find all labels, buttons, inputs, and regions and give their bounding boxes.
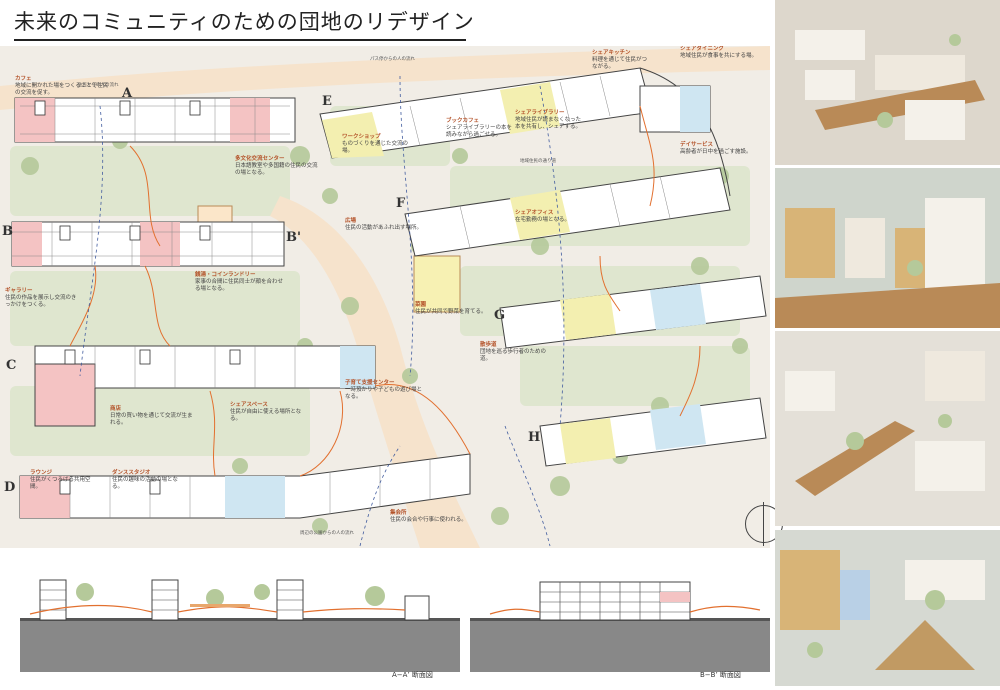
flow-label-south: 周辺の公園からの人の流れ [300,531,354,536]
note-workshop: ワークショップ ものづくりを通じた交流の場。 [342,134,412,155]
note-walk-body: 団地を巡る歩行者のための道。 [480,349,547,362]
note-dining-body: 地域住民が食事を共にする場。 [680,53,758,59]
model-photo-3 [775,331,1000,526]
note-plaza: 広場 住民の活動があふれ出す場所。 [345,218,425,232]
note-childcare-body: 一時預かりや子どもの遊び場となる。 [345,387,423,400]
note-sharespace-head: シェアスペース [230,402,268,408]
note-shop: 商店 日常の買い物を通じて交流が生まれる。 [110,406,195,427]
note-bookcafe-head: ブックカフェ [446,118,480,124]
note-shop-body: 日常の買い物を通じて交流が生まれる。 [110,413,193,426]
note-gallery: ギャラリー 住民の作品を展示し交流のきっかけをつくる。 [5,288,80,309]
model-photo-3-image [775,331,1000,526]
note-laundry-head: 銭湯・コインランドリー [195,272,256,278]
block-label-g: G [494,308,506,323]
note-workshop-head: ワークショップ [342,134,381,140]
note-gallery-body: 住民の作品を展示し交流のきっかけをつくる。 [5,295,77,308]
note-garden-body: 住民が共同で野菜を育てる。 [415,309,487,315]
note-garden: 菜園 住民が共同で野菜を育てる。 [415,302,490,316]
note-kitchen-body: 料理を通じて住民がつながる。 [592,57,648,70]
flow-label-east: 地域住民の通り道 [520,159,556,164]
note-sharelibrary: シェアライブラリー 地域住民が読まなくなった本を共有し、シェアする。 [515,110,585,131]
note-garden-head: 菜園 [415,302,427,308]
block-label-d: D [4,480,16,495]
note-sharespace-body: 住民が自由に使える場所となる。 [230,409,302,422]
block-label-e: E [322,94,332,109]
note-kitchen: シェアキッチン 料理を通じて住民がつながる。 [592,50,652,71]
note-shareoffice: シェアオフィス 在宅勤務の場となる。 [515,210,595,224]
model-photo-4-image [775,530,1000,686]
note-laundry: 銭湯・コインランドリー 家事の合間に住民同士が顔を合わせる場となる。 [195,272,285,293]
note-dancestudio: ダンススタジオ 住民の趣味の活動の場となる。 [112,470,187,491]
note-shareoffice-head: シェアオフィス [515,210,554,216]
note-care: デイサービス 高齢者が日中を過ごす施設。 [680,142,765,156]
note-plaza-head: 広場 [345,218,357,224]
model-photo-4 [775,530,1000,686]
model-photo-2-image [775,168,1000,328]
block-a [14,97,296,143]
site-plan: A B B' C D E F G H カフェ 地域に開かれた場をつくることで住民の… [0,46,770,548]
note-bookcafe: ブックカフェ シェアライブラリーの本を読みながら過ごせる。 [446,118,516,139]
note-multicultural-head: 多文化交流センター [235,156,285,162]
note-lounge: ラウンジ 住民がくつろげる共用空間。 [30,470,100,491]
block-label-b: B [2,224,13,239]
note-plaza-body: 住民の活動があふれ出す場所。 [345,225,423,231]
block-label-h: H [528,430,541,445]
note-sharelibrary-body: 地域住民が読まなくなった本を共有し、シェアする。 [515,117,582,130]
note-sharelibrary-head: シェアライブラリー [515,110,565,116]
note-dining-head: シェアダイニング [680,46,725,52]
note-walk-head: 散歩道 [480,342,497,348]
presentation-board: 未来のコミュニティのための団地のリデザイン A B B' C D E F G H… [0,0,1000,686]
note-center-head: 集会所 [390,510,407,516]
note-shop-head: 商店 [110,406,122,412]
page-title: 未来のコミュニティのための団地のリデザイン [14,10,475,34]
note-multicultural: 多文化交流センター 日本語教室や多国籍の住民の交流の場となる。 [235,156,320,177]
title-block: 未来のコミュニティのための団地のリデザイン [14,6,475,41]
sections-drawing [20,579,770,672]
section-b-b [470,581,770,672]
note-kitchen-head: シェアキッチン [592,50,631,56]
note-sharespace: シェアスペース 住民が自由に使える場所となる。 [230,402,310,423]
note-lounge-head: ラウンジ [30,470,53,476]
model-photo-column [775,0,1000,686]
section-drawings: A−A’ 断面図 B−B’ 断面図 [0,552,775,686]
note-multicultural-body: 日本語教室や多国籍の住民の交流の場となる。 [235,163,318,176]
note-childcare-head: 子育て支援センター [345,380,395,386]
note-laundry-body: 家事の合間に住民同士が顔を合わせる場となる。 [195,279,284,292]
section-a-caption: A−A’ 断面図 [392,671,433,679]
note-dancestudio-body: 住民の趣味の活動の場となる。 [112,477,178,490]
section-b-caption: B−B’ 断面図 [700,671,741,679]
note-childcare: 子育て支援センター 一時預かりや子どもの遊び場となる。 [345,380,425,401]
note-bookcafe-body: シェアライブラリーの本を読みながら過ごせる。 [446,125,513,138]
block-label-c: C [6,358,17,373]
note-gallery-head: ギャラリー [5,288,33,294]
note-dining: シェアダイニング 地域住民が食事を共にする場。 [680,46,765,60]
note-shareoffice-body: 在宅勤務の場となる。 [515,217,570,223]
model-photo-2 [775,168,1000,328]
model-photo-1 [775,0,1000,165]
note-center: 集会所 住民の会合や行事に使われる。 [390,510,470,524]
note-care-head: デイサービス [680,142,714,148]
note-care-body: 高齢者が日中を過ごす施設。 [680,149,752,155]
block-label-a: A [122,86,133,101]
note-walk: 散歩道 団地を巡る歩行者のための道。 [480,342,555,363]
model-photo-1-image [775,0,1000,165]
block-label-b-prime: B' [286,230,301,245]
title-underline [14,39,466,41]
note-center-body: 住民の会合や行事に使われる。 [390,517,467,523]
note-dancestudio-head: ダンススタジオ [112,470,151,476]
flow-label-north: パス停からの人の流れ [370,57,415,62]
flow-label-west: 住民からの人の流れ [78,83,119,88]
note-workshop-body: ものづくりを通じた交流の場。 [342,141,409,154]
note-lounge-body: 住民がくつろげる共用空間。 [30,477,91,490]
section-a-a [20,579,460,672]
block-b [11,221,285,267]
block-label-f: F [396,196,406,211]
